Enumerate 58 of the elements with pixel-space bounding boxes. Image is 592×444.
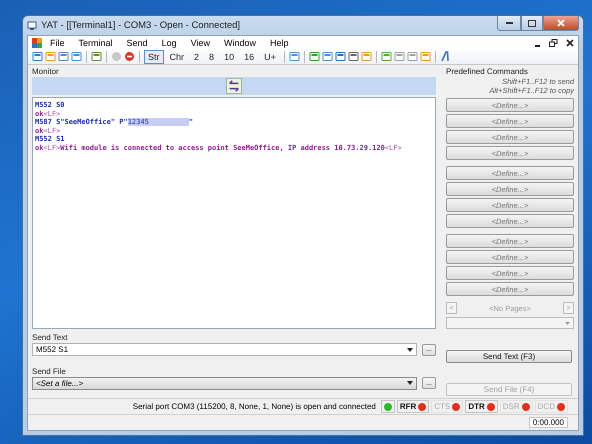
close-button[interactable] (543, 16, 579, 31)
radix-button[interactable]: 8 (205, 50, 218, 64)
menu-item[interactable]: Terminal (72, 38, 119, 48)
maximize-icon (528, 20, 536, 26)
radix-button[interactable]: Str (144, 50, 164, 64)
menu-item[interactable]: View (184, 38, 216, 48)
toolbar-icon[interactable] (322, 51, 333, 62)
panel-title: Monitor (32, 67, 60, 77)
signal-indicator: DTR (465, 400, 498, 413)
minimize-button[interactable] (497, 16, 521, 31)
terminal-icon (27, 20, 37, 30)
toolbar-icon[interactable] (32, 51, 43, 62)
toolbar-icon[interactable] (308, 51, 320, 62)
toolbar-icon[interactable] (91, 51, 102, 62)
signal-indicator: DCD (534, 400, 568, 413)
send-text-field[interactable]: M552 S1 (32, 343, 417, 356)
section-label: Send File (32, 366, 67, 377)
radix-button[interactable]: 10 (220, 50, 238, 64)
minimize-icon (506, 22, 512, 24)
direction-icon[interactable] (226, 78, 242, 94)
close-icon (557, 19, 565, 27)
toolbar-icon[interactable] (71, 51, 82, 62)
close-icon[interactable] (566, 38, 574, 46)
signal-indicator: DSR (500, 400, 533, 413)
send-button[interactable]: Send Text (F3) (446, 350, 572, 363)
menu-item[interactable]: File (44, 38, 71, 48)
toolbar-icon[interactable] (406, 51, 418, 62)
menu-item[interactable]: Help (264, 38, 294, 48)
timer: 0:00.000 (528, 417, 568, 428)
maximize-button[interactable] (521, 16, 543, 31)
panel-title: Predefined Commands (446, 67, 529, 77)
caret-icon[interactable] (407, 348, 413, 352)
toolbar-icon[interactable] (380, 51, 392, 62)
window-title: YAT - [[Terminal1] - COM3 - Open - Connected] (41, 20, 242, 31)
radix-button[interactable]: U+ (260, 50, 280, 64)
menu-item[interactable]: Send (120, 38, 154, 48)
toolbar-icon[interactable] (334, 51, 346, 62)
stop-icon[interactable] (124, 51, 135, 62)
restore-icon[interactable] (549, 38, 558, 46)
toolbar-icon[interactable] (360, 51, 372, 62)
menu-item[interactable]: Log (156, 38, 183, 48)
app-icon[interactable] (32, 38, 42, 48)
radix-button[interactable]: 2 (190, 50, 204, 64)
status-message: Serial port COM3 (115200, 8, None, 1, None) is open and connected (132, 402, 376, 411)
signal-indicator: RFR (396, 400, 430, 413)
toolbar-icon[interactable] (288, 51, 300, 62)
menu-item[interactable]: Window (218, 38, 262, 48)
toolbar-icon[interactable] (394, 51, 405, 62)
toolbar-icon[interactable] (58, 51, 69, 62)
signal-indicator: CTS (431, 400, 464, 413)
caret-icon[interactable] (407, 381, 413, 386)
radix-button[interactable]: 16 (240, 50, 258, 64)
section-label: Send Text (32, 333, 68, 344)
caret-icon (565, 322, 570, 325)
font-icon[interactable] (440, 51, 451, 62)
file-combo[interactable]: <Set a file...> (32, 376, 417, 390)
toolbar-icon[interactable] (348, 51, 359, 62)
radix-button[interactable]: Chr (166, 50, 188, 64)
